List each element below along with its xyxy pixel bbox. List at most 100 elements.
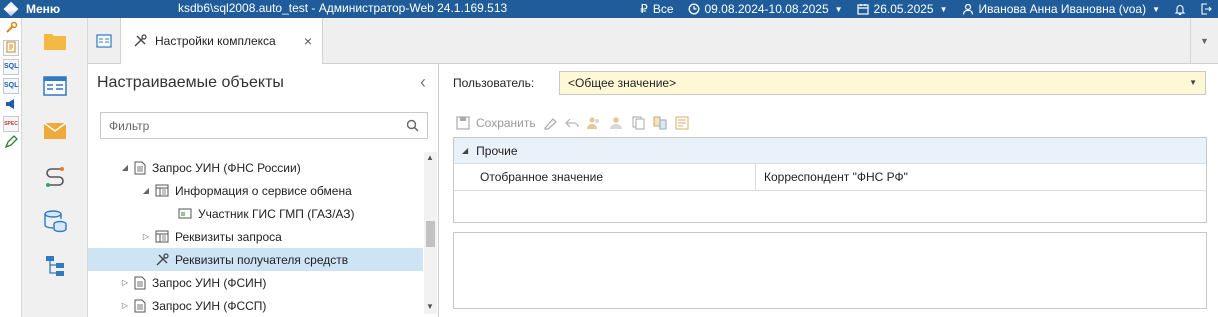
user-icon — [962, 3, 973, 15]
nav-exchange[interactable] — [22, 153, 87, 198]
home-tab-button[interactable] — [88, 18, 120, 64]
copy-icon — [632, 116, 645, 130]
tree-scrollbar[interactable]: ▲ ▼ — [424, 152, 437, 314]
tree-item[interactable]: ◢ Информация о сервисе обмена — [88, 179, 423, 202]
megaphone-quick-icon[interactable] — [3, 97, 19, 113]
description-box — [453, 232, 1207, 309]
expand-toggle-icon[interactable]: ▷ — [141, 232, 151, 241]
scroll-down-icon[interactable]: ▼ — [426, 302, 434, 311]
exit-button[interactable] — [1200, 3, 1212, 15]
window-title: ksdb6\sql2008.auto_test - Администратор-… — [178, 1, 508, 15]
chevron-down-icon: ▼ — [1152, 4, 1160, 14]
chevron-down-icon: ▼ — [1200, 36, 1209, 46]
quick-access-bar: SQL SQL SPEC — [0, 18, 22, 317]
user-menu[interactable]: Иванова Анна Ивановна (voa) ▼ — [962, 2, 1160, 16]
sql-quick-icon-1[interactable]: SQL — [3, 59, 19, 75]
expanded-toggle-icon[interactable]: ◢ — [462, 146, 468, 155]
grid-doc-icon — [155, 230, 169, 243]
tree-item-label: Запрос УИН (ФССП) — [152, 298, 267, 313]
scroll-up-icon[interactable]: ▲ — [426, 153, 434, 162]
budget-filter[interactable]: ₽ Все — [640, 2, 673, 16]
tree-item-label: Запрос УИН (ФСИН) — [152, 275, 267, 290]
clock-icon — [688, 3, 699, 15]
collapse-panel-icon[interactable]: ‹ — [420, 72, 426, 93]
field-icon — [178, 207, 192, 220]
group-row-other[interactable]: ◢ Прочие — [454, 138, 1206, 164]
collapse-toggle-icon[interactable]: ◢ — [141, 186, 151, 195]
report-button[interactable] — [674, 116, 690, 130]
title-bar: Меню ksdb6\sql2008.auto_test - Администр… — [0, 0, 1218, 18]
sql-quick-icon-2[interactable]: SQL — [3, 78, 19, 94]
chevron-down-icon: ▼ — [834, 4, 843, 14]
user-label: Пользователь: — [453, 76, 535, 90]
expand-toggle-icon[interactable]: ▷ — [120, 301, 130, 310]
tab-settings[interactable]: Настройки комплекса × — [120, 18, 323, 64]
properties-grid: ◢ Прочие Отобранное значение Корреспонде… — [453, 137, 1207, 223]
panel-title: Настраиваемые объекты — [97, 74, 284, 91]
app-logo-icon — [3, 1, 19, 17]
tree-item-label: Участник ГИС ГМП (ГАЗ/АЗ) — [198, 206, 355, 221]
close-icon[interactable]: × — [304, 33, 312, 49]
tree-item[interactable]: ◢ Запрос УИН (ФНС России) — [88, 156, 423, 179]
grid-doc-icon — [155, 184, 169, 197]
report-icon — [675, 116, 689, 130]
tree-item[interactable]: Участник ГИС ГМП (ГАЗ/АЗ) — [88, 202, 423, 225]
edit-button[interactable] — [542, 116, 558, 130]
tools-quick-icon[interactable] — [3, 21, 19, 37]
search-icon[interactable] — [406, 119, 419, 132]
save-button[interactable]: Сохранить — [456, 116, 536, 130]
scroll-thumb[interactable] — [426, 221, 435, 247]
period-selector[interactable]: 09.08.2024-10.08.2025 ▼ — [688, 2, 843, 16]
tab-strip: Настройки комплекса × ▼ — [88, 18, 1218, 64]
folder-icon — [43, 33, 66, 50]
period-value: 09.08.2024-10.08.2025 — [704, 2, 829, 16]
user-settings-button[interactable] — [586, 116, 602, 130]
eraser-icon — [544, 118, 557, 130]
tree-item-label: Реквизиты запроса — [175, 229, 282, 244]
spec-quick-icon[interactable]: SPEC — [3, 116, 19, 132]
settings-editor-panel: Пользователь: <Общее значение> ▼ Сохрани… — [440, 64, 1218, 317]
notifications-button[interactable] — [1174, 3, 1186, 15]
property-row[interactable]: Отобранное значение Корреспондент "ФНС Р… — [454, 164, 1206, 191]
nav-folder[interactable] — [22, 18, 87, 63]
undo-button[interactable] — [564, 116, 580, 130]
undo-icon — [564, 118, 579, 128]
tree-item-label: Запрос УИН (ФНС России) — [152, 160, 301, 175]
tab-title: Настройки комплекса — [155, 34, 276, 48]
property-value[interactable]: Корреспондент "ФНС РФ" — [756, 164, 1206, 190]
users-icon — [586, 117, 599, 129]
compare-button[interactable] — [652, 116, 668, 130]
report-quick-icon[interactable] — [3, 40, 19, 56]
tools-icon — [134, 34, 147, 47]
expand-toggle-icon[interactable]: ▷ — [120, 278, 130, 287]
property-name: Отобранное значение — [454, 164, 756, 190]
tools-icon — [155, 252, 169, 267]
tree-item[interactable]: ▷ Реквизиты запроса — [88, 225, 423, 248]
ruble-icon: ₽ — [640, 2, 648, 16]
user-select-value: <Общее значение> — [568, 76, 677, 90]
database-icon — [43, 209, 67, 232]
nav-hierarchy[interactable] — [22, 243, 87, 288]
user-name: Иванова Анна Ивановна (voa) — [978, 2, 1147, 16]
tree-item[interactable]: ▷ Запрос УИН (ФСИН) — [88, 271, 423, 294]
tab-overflow-button[interactable]: ▼ — [1190, 18, 1218, 64]
filter-input[interactable]: Фильтр — [100, 112, 428, 139]
collapse-toggle-icon[interactable]: ◢ — [120, 163, 130, 172]
tree-item[interactable]: ▷ Запрос УИН (ФССП) — [88, 294, 423, 317]
menu-button[interactable]: Меню — [0, 1, 92, 17]
date-selector[interactable]: 26.05.2025 ▼ — [856, 2, 948, 16]
nav-database[interactable] — [22, 198, 87, 243]
main-navigation — [22, 18, 88, 317]
copy-button[interactable] — [630, 116, 646, 130]
menu-label: Меню — [26, 2, 61, 16]
nav-messages[interactable] — [22, 108, 87, 153]
window-list-icon — [96, 34, 112, 48]
tree-item[interactable]: Реквизиты получателя средств — [88, 248, 423, 271]
window-list-icon — [42, 75, 67, 96]
user-button[interactable] — [608, 116, 624, 130]
compare-icon — [653, 116, 667, 130]
nav-documents[interactable] — [22, 63, 87, 108]
exchange-icon — [45, 166, 64, 187]
user-select[interactable]: <Общее значение> ▼ — [559, 71, 1206, 95]
edit-quick-icon[interactable] — [3, 135, 19, 151]
